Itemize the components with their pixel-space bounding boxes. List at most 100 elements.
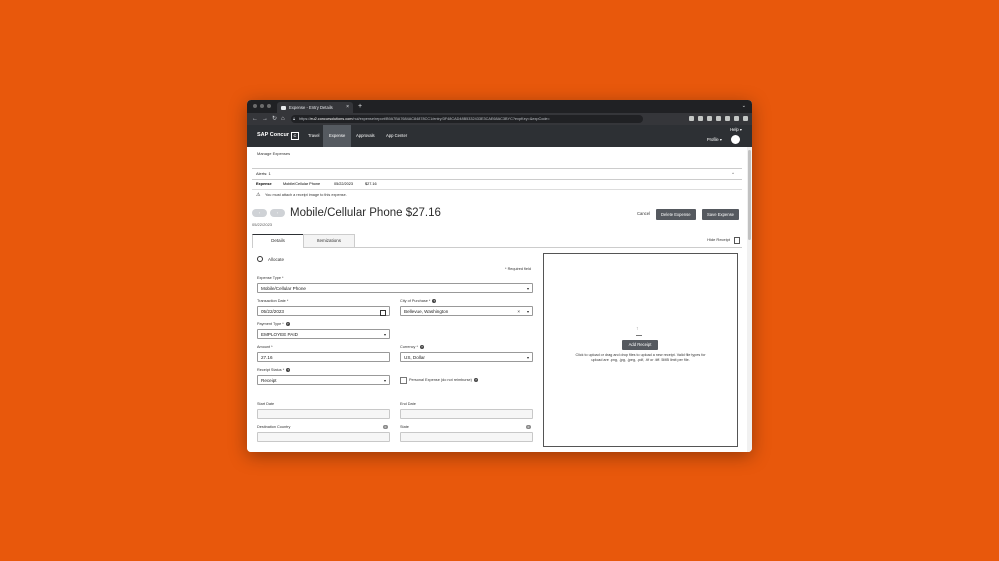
warning-text: You must attach a receipt image to this … <box>265 193 347 197</box>
sap-concur-logo[interactable]: SAP Concur C <box>257 132 299 140</box>
close-tab-icon[interactable]: × <box>346 102 349 113</box>
back-icon[interactable]: ← <box>252 113 258 125</box>
end-date-field[interactable] <box>400 409 533 419</box>
page-title: Mobile/Cellular Phone $27.16 <box>290 207 441 219</box>
browser-window: Expense - Entry Details × + ⌄ ← → ↻ ⌂ 🔒︎… <box>247 100 752 452</box>
profile-menu[interactable]: Profile ▾ <box>707 137 722 142</box>
currency-select[interactable]: US, Dollar ▾ <box>400 352 533 362</box>
receipt-warning: ⚠︎ You must attach a receipt image to th… <box>252 190 742 200</box>
clear-icon[interactable]: × <box>517 307 520 317</box>
tab-details[interactable]: Details <box>252 234 304 248</box>
forward-icon[interactable]: → <box>262 113 268 125</box>
alert-expense-name: Mobile/Cellular Phone <box>283 182 321 186</box>
calendar-icon[interactable] <box>380 309 386 316</box>
tab-title: Expense - Entry Details <box>289 105 333 110</box>
delete-expense-button[interactable]: Delete Expense <box>656 209 696 220</box>
tab-search-icon[interactable]: ⌄ <box>742 101 746 112</box>
allocate-link[interactable]: Allocate <box>257 256 284 262</box>
help-icon[interactable]: ? <box>432 299 437 303</box>
nav-expense[interactable]: Expense <box>323 125 352 147</box>
concur-logo-icon: C <box>291 132 299 140</box>
receipt-upload-pane[interactable]: ↑ Add Receipt Click to upload or drag an… <box>543 253 738 447</box>
alert-expense-row: Expense Mobile/Cellular Phone 05/22/2023… <box>252 179 742 190</box>
browser-tab-bar: Expense - Entry Details × + ⌄ <box>247 100 752 113</box>
required-field-note: * Required field <box>505 267 531 271</box>
page-scrollbar[interactable] <box>747 147 752 452</box>
extension-icons[interactable] <box>689 116 748 121</box>
warning-icon: ⚠︎ <box>256 192 261 198</box>
chevron-down-icon: ▾ <box>526 309 529 314</box>
destination-country-label: Destination Country <box>257 425 291 429</box>
destination-country-badge: 0 <box>383 425 388 429</box>
transaction-date-field[interactable]: 05/22/2023 <box>257 306 390 316</box>
destination-country-field[interactable] <box>257 432 390 442</box>
url-prefix: https:// <box>299 117 311 121</box>
expense-form: Allocate * Required field Expense Type *… <box>257 253 535 450</box>
cancel-button[interactable]: Cancel <box>637 211 650 216</box>
help-icon[interactable]: ? <box>286 368 291 372</box>
expense-type-select[interactable]: Mobile/Cellular Phone ▾ <box>257 283 533 293</box>
help-icon[interactable]: ? <box>473 377 478 382</box>
start-date-label: Start Date <box>257 402 275 406</box>
lock-icon: 🔒︎ <box>293 116 296 121</box>
currency-label: Currency *? <box>400 345 424 349</box>
end-date-label: End Date <box>400 402 416 406</box>
chevron-down-icon: ▾ <box>383 332 386 337</box>
chevron-down-icon: ▾ <box>526 286 529 291</box>
receipt-trash-icon[interactable] <box>734 237 740 244</box>
reload-icon[interactable]: ↻ <box>272 113 277 125</box>
add-receipt-button[interactable]: Add Receipt <box>622 340 658 350</box>
transaction-date-label: Transaction Date * <box>257 299 289 303</box>
city-label: City of Purchase *? <box>400 299 437 303</box>
hide-receipt-link[interactable]: Hide Receipt <box>707 237 730 242</box>
help-icon[interactable]: ? <box>419 345 424 349</box>
receipt-status-select[interactable]: Receipt ▾ <box>257 375 390 385</box>
state-field[interactable] <box>400 432 533 442</box>
help-icon[interactable]: ? <box>285 322 290 326</box>
next-expense-button[interactable]: › <box>270 209 285 217</box>
address-bar[interactable]: 🔒︎ https://eu2.concursolutions.com/nui/e… <box>291 115 643 123</box>
url-host: eu2.concursolutions.com <box>310 117 353 121</box>
browser-toolbar: ← → ↻ ⌂ 🔒︎ https://eu2.concursolutions.c… <box>247 113 752 125</box>
payment-type-label: Payment Type *? <box>257 322 290 326</box>
alerts-label: Alerts: 1 <box>256 171 271 176</box>
top-navigation: SAP Concur C Travel Expense Approvals App… <box>247 125 752 147</box>
personal-expense-checkbox[interactable] <box>400 377 407 384</box>
alert-type-label: Expense <box>256 182 272 186</box>
chevron-down-icon: ▾ <box>383 378 386 383</box>
state-label: State <box>400 425 409 429</box>
upload-icon: ↑ <box>636 326 642 336</box>
upload-instructions: Click to upload or drag and drop files t… <box>575 353 706 363</box>
payment-type-select[interactable]: EMPLOYEE PAID ▾ <box>257 329 390 339</box>
home-icon[interactable]: ⌂ <box>281 113 285 125</box>
tab-itemizations[interactable]: Itemizations <box>303 234 355 247</box>
breadcrumb[interactable]: Manage Expenses <box>257 151 290 156</box>
window-controls[interactable] <box>253 104 271 108</box>
alert-expense-amount: $27.16 <box>365 182 377 186</box>
help-menu[interactable]: Help ▾ <box>730 127 742 132</box>
chevron-down-icon: ▾ <box>526 355 529 360</box>
personal-expense-label: Personal Expense (do not reimburse)? <box>409 377 478 382</box>
concur-page: SAP Concur C Travel Expense Approvals App… <box>247 125 752 452</box>
expense-date: 05/22/2023 <box>252 222 273 227</box>
new-tab-icon[interactable]: + <box>358 102 362 111</box>
nav-approvals[interactable]: Approvals <box>350 125 381 147</box>
nav-travel[interactable]: Travel <box>302 125 325 147</box>
receipt-status-label: Receipt Status *? <box>257 368 291 372</box>
collapse-chevron-icon[interactable]: ^ <box>732 169 734 179</box>
city-of-purchase-field[interactable]: Bellevue, Washington × ▾ <box>400 306 533 316</box>
prev-expense-button[interactable]: ‹ <box>252 209 267 217</box>
allocate-icon <box>257 256 263 262</box>
save-expense-button[interactable]: Save Expense <box>702 209 740 220</box>
amount-label: Amount * <box>257 345 273 349</box>
state-badge: 0 <box>526 425 531 429</box>
amount-field[interactable]: 27.16 <box>257 352 390 362</box>
avatar-icon[interactable] <box>731 135 740 144</box>
tab-favicon-icon <box>281 105 286 110</box>
nav-app-center[interactable]: App Center <box>380 125 413 147</box>
start-date-field[interactable] <box>257 409 390 419</box>
browser-tab[interactable]: Expense - Entry Details × <box>277 102 353 113</box>
expense-type-label: Expense Type * <box>257 276 284 280</box>
tab-strip: Details Itemizations <box>252 234 742 248</box>
url-path: /nui/expense/report/B9A7BA7684AC84878CC1… <box>352 117 550 121</box>
